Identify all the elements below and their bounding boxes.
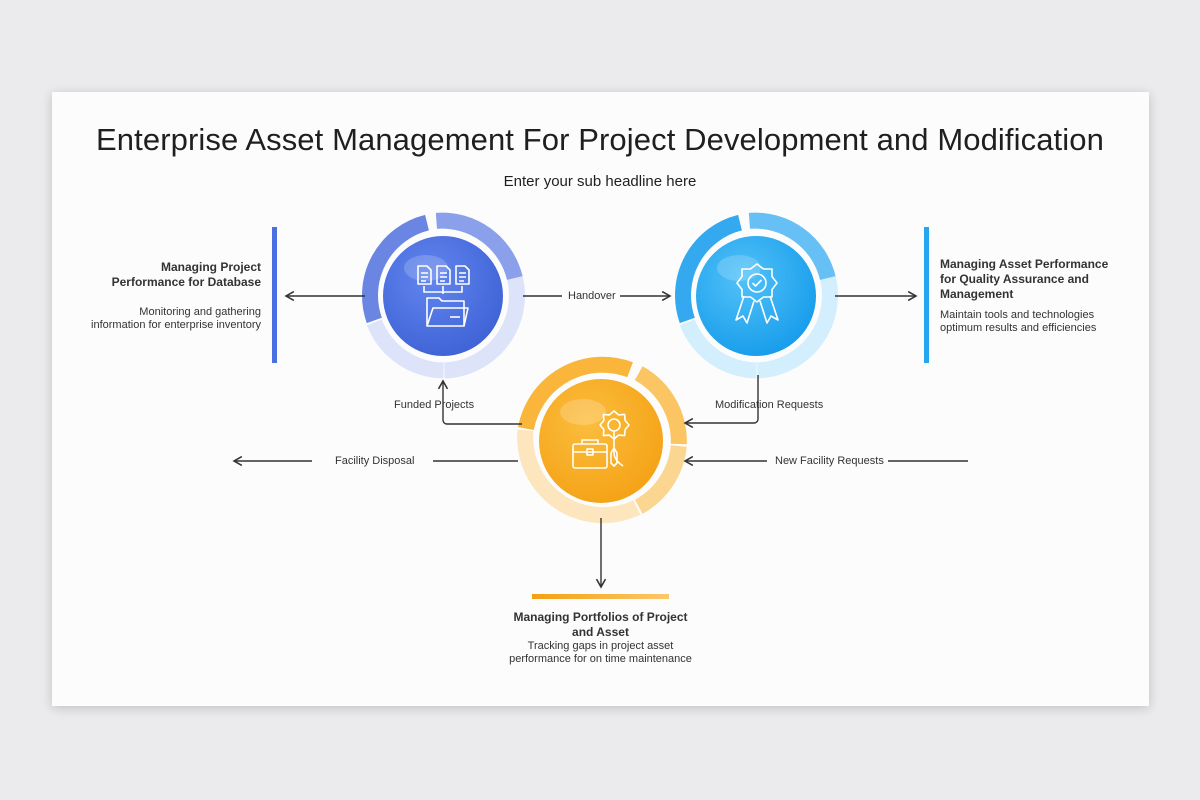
right-accent-bar	[924, 227, 929, 363]
left-block-title: Managing Project Performance for Databas…	[111, 260, 261, 289]
right-block-title: Managing Asset Performance for Quality A…	[940, 257, 1109, 301]
right-block-desc: Maintain tools and technologies optimum …	[940, 309, 1097, 334]
page-title: Enterprise Asset Management For Project …	[96, 122, 1104, 157]
label-handover: Handover	[568, 290, 616, 302]
label-facility-disposal: Facility Disposal	[335, 455, 415, 467]
bottom-block-title: Managing Portfolios of Project and Asset	[513, 610, 688, 639]
page-subtitle: Enter your sub headline here	[503, 173, 697, 190]
bottom-accent-bar	[532, 594, 669, 599]
label-funded-projects: Funded Projects	[394, 399, 475, 411]
process-diagram	[232, 212, 968, 599]
node-database	[362, 212, 525, 379]
bottom-block-desc: Tracking gaps in project asset performan…	[509, 640, 692, 665]
node-quality	[675, 212, 838, 379]
label-new-facility-requests: New Facility Requests	[775, 455, 884, 467]
left-accent-bar	[272, 227, 277, 363]
left-block-desc: Monitoring and gathering information for…	[91, 306, 261, 331]
label-modification-requests: Modification Requests	[715, 399, 824, 411]
node-portfolio	[517, 356, 687, 524]
